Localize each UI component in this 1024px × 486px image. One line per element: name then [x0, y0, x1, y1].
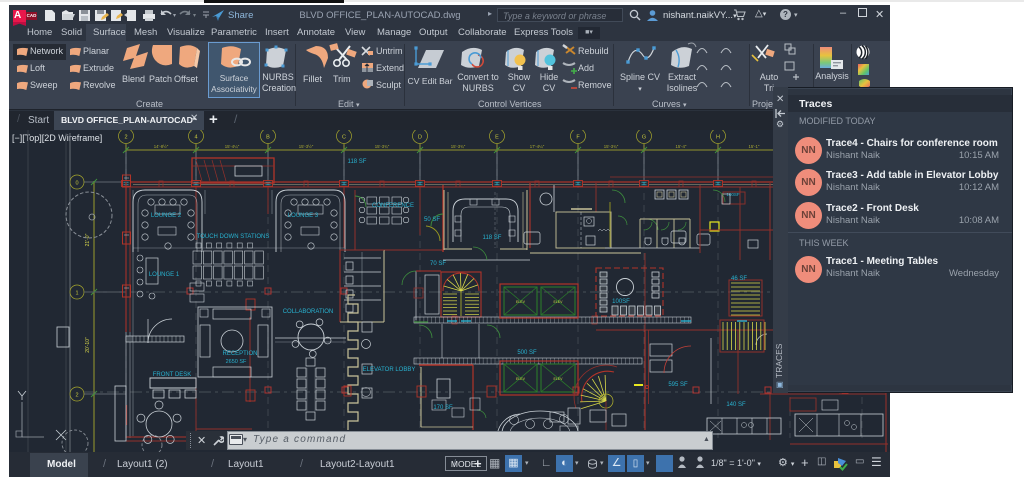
svg-text:ELEV: ELEV: [554, 377, 564, 381]
svg-text:B: B: [266, 135, 270, 141]
svg-text:17'-4¼": 17'-4¼": [530, 144, 545, 149]
svg-text:20'-10": 20'-10": [85, 337, 91, 353]
svg-text:TOUCH DOWN STATIONS: TOUCH DOWN STATIONS: [197, 234, 270, 240]
svg-text:100SF: 100SF: [726, 192, 740, 197]
svg-text:ELEV: ELEV: [516, 377, 526, 381]
svg-text:C: C: [342, 135, 346, 141]
svg-text:118 SF: 118 SF: [348, 159, 367, 165]
svg-text:170 SF: 170 SF: [433, 405, 453, 411]
svg-text:2: 2: [75, 393, 78, 399]
svg-text:70 SF: 70 SF: [430, 261, 446, 267]
svg-text:15'-3¾": 15'-3¾": [375, 144, 390, 149]
svg-text:D: D: [418, 135, 422, 141]
svg-text:595 SF: 595 SF: [668, 382, 688, 388]
svg-text:15'-3¾": 15'-3¾": [451, 144, 466, 149]
svg-text:15'-1": 15'-1": [749, 144, 760, 149]
svg-text:E: E: [495, 135, 499, 141]
svg-text:500 SF: 500 SF: [517, 350, 537, 356]
svg-text:COLLABORATION: COLLABORATION: [283, 309, 334, 315]
svg-text:ELEV: ELEV: [516, 300, 526, 304]
svg-text:0: 0: [75, 181, 78, 187]
svg-text:50 SF: 50 SF: [424, 217, 440, 223]
svg-text:15'-3¾": 15'-3¾": [604, 144, 619, 149]
svg-text:15'-3½": 15'-3½": [299, 144, 314, 149]
svg-text:LOUNGE 3: LOUNGE 3: [288, 213, 319, 219]
svg-text:▾: ▾: [193, 13, 196, 19]
svg-text:RECEPTION: RECEPTION: [222, 351, 257, 357]
svg-text:2: 2: [124, 135, 127, 141]
svg-text:H: H: [716, 135, 720, 141]
svg-text:ELEVATOR LOBBY: ELEVATOR LOBBY: [363, 367, 416, 373]
svg-text:100SF: 100SF: [612, 299, 630, 305]
svg-text:140 SF: 140 SF: [726, 402, 746, 408]
svg-text:FRONT DESK: FRONT DESK: [153, 372, 192, 378]
svg-text:LOUNGE 1: LOUNGE 1: [149, 272, 180, 278]
svg-text:CONFERENCE: CONFERENCE: [372, 203, 414, 209]
svg-text:118 SF: 118 SF: [483, 235, 502, 241]
svg-text:21'-0": 21'-0": [85, 233, 91, 246]
svg-text:LOUNGE 2: LOUNGE 2: [151, 213, 182, 219]
svg-text:G: G: [642, 135, 646, 141]
svg-text:15'-4¼": 15'-4¼": [225, 144, 240, 149]
svg-text:46 SF: 46 SF: [731, 276, 747, 282]
svg-text:1: 1: [75, 291, 78, 297]
svg-text:14'-8½": 14'-8½": [154, 144, 169, 149]
svg-text:4: 4: [194, 135, 197, 141]
svg-text:2650 SF: 2650 SF: [226, 359, 247, 365]
svg-text:ELEV: ELEV: [554, 300, 564, 304]
svg-text:15'-4": 15'-4": [676, 144, 687, 149]
svg-text:▾: ▾: [173, 13, 176, 19]
